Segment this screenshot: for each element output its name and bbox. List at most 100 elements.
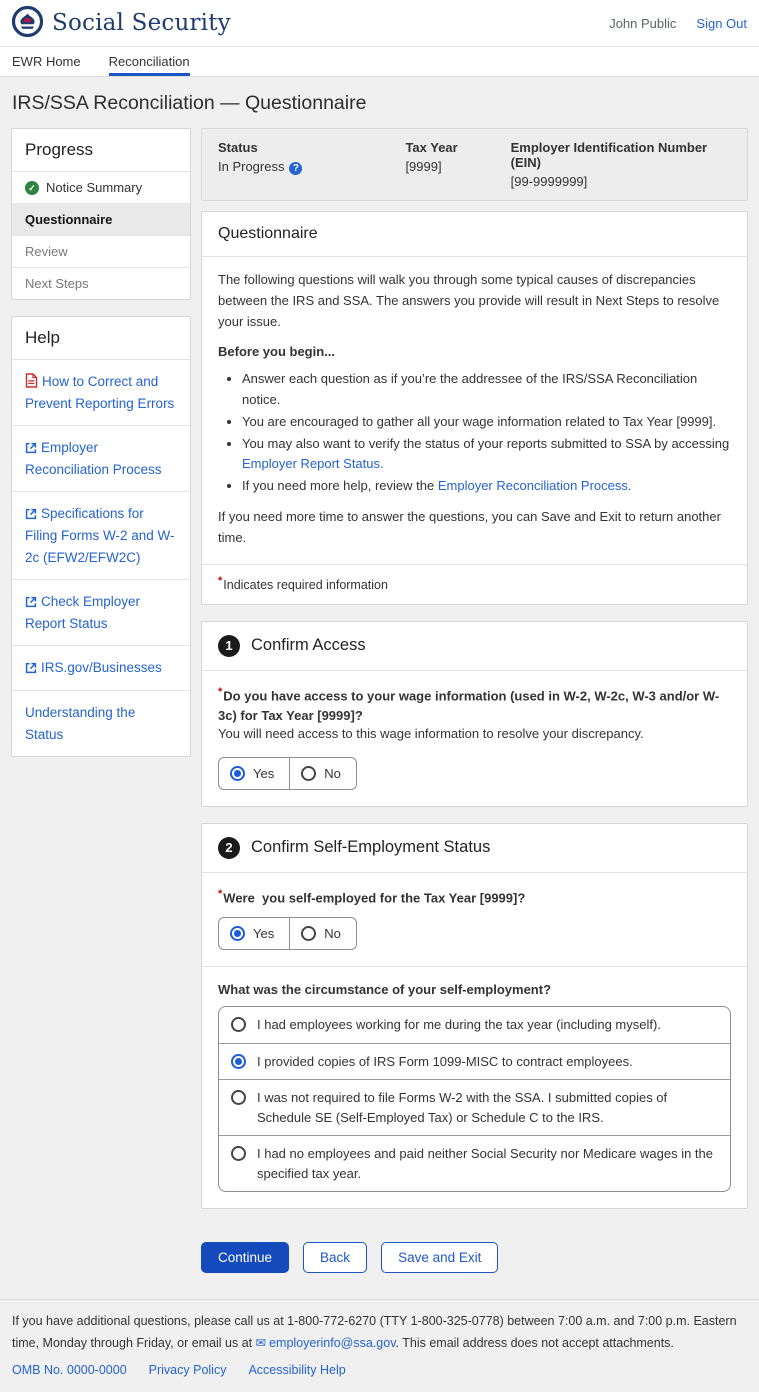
yes-label: Yes [253,926,274,941]
tax-year-value: [9999] [405,159,510,174]
access-yesno-group: Yes No [218,757,357,790]
progress-item-label: Questionnaire [25,212,112,227]
help-question-icon[interactable]: ? [289,162,302,175]
footer-link-accessibility-help[interactable]: Accessibility Help [248,1360,345,1382]
option-label: I had no employees and paid neither Soci… [257,1144,718,1183]
help-item-how-to-correct-and-prevent-reporting-errors[interactable]: How to Correct and Prevent Reporting Err… [12,360,190,426]
progress-item-notice-summary[interactable]: ✓ Notice Summary [12,172,190,204]
radio-icon[interactable] [231,1017,246,1032]
tax-year-label: Tax Year [405,140,510,155]
envelope-icon: ✉ [256,1336,266,1350]
help-item-understanding-the-status[interactable]: Understanding the Status [12,691,190,756]
radio-icon[interactable] [231,1054,246,1069]
progress-card: Progress ✓ Notice Summary Questionnaire Rev… [11,128,191,300]
circumstance-option-1[interactable]: I had employees working for me during th… [219,1007,730,1044]
inline-link-employer-report-status[interactable]: Employer Report Status. [242,456,384,471]
section-self-employment: 2 Confirm Self-Employment Status *Were y… [201,823,748,1209]
access-yes-option[interactable]: Yes [219,758,289,789]
status-label: Status [218,140,405,155]
footer-link-omb-no-0000-0000[interactable]: OMB No. 0000-0000 [12,1360,127,1382]
intro-text: The following questions will walk you th… [218,270,731,332]
top-nav: EWR Home Reconciliation [0,46,759,77]
circumstance-option-2[interactable]: I provided copies of IRS Form 1099-MISC … [219,1044,730,1081]
circumstance-options: I had employees working for me during th… [218,1006,731,1192]
required-note: *Indicates required information [202,564,747,604]
radio-icon[interactable] [231,1146,246,1161]
save-and-exit-button[interactable]: Save and Exit [381,1242,498,1273]
status-value: In Progress? [218,159,405,175]
save-exit-note: If you need more time to answer the ques… [218,507,731,549]
yes-label: Yes [253,766,274,781]
radio-icon[interactable] [231,1090,246,1105]
progress-item-questionnaire[interactable]: Questionnaire [12,204,190,236]
before-bullet: Answer each question as if you’re the ad… [242,369,731,411]
continue-button[interactable]: Continue [201,1242,289,1273]
page-title: IRS/SSA Reconciliation — Questionnaire [0,77,759,128]
help-heading: Help [12,317,190,360]
option-label: I had employees working for me during th… [257,1015,661,1035]
progress-list: ✓ Notice Summary Questionnaire Review Next S… [12,172,190,299]
status-bar: Status In Progress? Tax Year [9999] Empl… [201,128,748,201]
questionnaire-heading: Questionnaire [202,212,747,257]
before-bullets: Answer each question as if you’re the ad… [218,369,731,497]
section-2-title: Confirm Self-Employment Status [251,838,490,857]
access-question: *Do you have access to your wage informa… [218,684,731,725]
self-employed-yes-option[interactable]: Yes [219,918,289,949]
help-item-specifications-for-filing-forms-w-2-and-w-2c-efw2-efw2c[interactable]: Specifications for Filing Forms W-2 and … [12,492,190,580]
ssa-seal-icon [12,6,43,40]
inline-link-employer-reconciliation-process[interactable]: Employer Reconciliation Process. [438,478,632,493]
tab-ewr-home[interactable]: EWR Home [12,47,81,76]
before-you-begin-heading: Before you begin... [218,342,731,363]
radio-icon[interactable] [230,766,245,781]
circumstance-option-4[interactable]: I had no employees and paid neither Soci… [219,1136,730,1191]
circumstance-option-3[interactable]: I was not required to file Forms W-2 wit… [219,1080,730,1136]
help-list: How to Correct and Prevent Reporting Err… [12,360,190,756]
self-employed-question: *Were you self-employed for the Tax Year… [218,886,731,908]
help-link[interactable]: Understanding the Status [25,705,135,742]
check-icon: ✓ [25,181,39,195]
radio-icon[interactable] [230,926,245,941]
progress-heading: Progress [12,129,190,172]
progress-item-label: Notice Summary [46,180,142,195]
footer-email-link[interactable]: employerinfo@ssa.gov [269,1336,395,1350]
self-employed-yesno-group: Yes No [218,917,357,950]
help-link[interactable]: Specifications for Filing Forms W-2 and … [25,506,175,564]
questionnaire-card: Questionnaire The following questions wi… [201,211,748,605]
progress-item-review: Review [12,236,190,268]
external-link-icon [25,594,41,609]
external-link-icon [25,440,41,455]
before-bullet: You are encouraged to gather all your wa… [242,412,731,433]
action-buttons: Continue Back Save and Exit [201,1225,748,1299]
brand-title: Social Security [52,10,231,36]
radio-icon[interactable] [301,926,316,941]
no-label: No [324,926,341,941]
page-footer: If you have additional questions, please… [0,1299,759,1392]
self-employed-no-option[interactable]: No [289,918,356,949]
tab-reconciliation[interactable]: Reconciliation [109,47,190,76]
ein-value: [99-9999999] [511,174,731,189]
sign-out-link[interactable]: Sign Out [696,16,747,31]
help-link[interactable]: Employer Reconciliation Process [25,440,162,477]
help-item-irs-gov-businesses[interactable]: IRS.gov/Businesses [12,646,190,691]
footer-link-privacy-policy[interactable]: Privacy Policy [149,1360,227,1382]
section-confirm-access: 1 Confirm Access *Do you have access to … [201,621,748,807]
option-label: I provided copies of IRS Form 1099-MISC … [257,1052,633,1072]
required-asterisk: * [218,575,222,587]
help-link[interactable]: Check Employer Report Status [25,594,140,631]
progress-item-label: Review [25,244,68,259]
back-button[interactable]: Back [303,1242,367,1273]
pdf-icon [25,374,42,389]
footer-links: OMB No. 0000-0000 Privacy Policy Accessibi… [12,1360,747,1382]
main-content: Status In Progress? Tax Year [9999] Empl… [201,128,748,1299]
footer-contact-line: If you have additional questions, please… [12,1311,747,1355]
option-label: I was not required to file Forms W-2 wit… [257,1088,718,1127]
help-link[interactable]: How to Correct and Prevent Reporting Err… [25,374,174,411]
section-2-header: 2 Confirm Self-Employment Status [202,824,747,873]
external-link-icon [25,506,41,521]
help-item-check-employer-report-status[interactable]: Check Employer Report Status [12,580,190,646]
access-no-option[interactable]: No [289,758,356,789]
progress-item-next-steps: Next Steps [12,268,190,299]
help-item-employer-reconciliation-process[interactable]: Employer Reconciliation Process [12,426,190,492]
radio-icon[interactable] [301,766,316,781]
help-link[interactable]: IRS.gov/Businesses [25,660,162,675]
